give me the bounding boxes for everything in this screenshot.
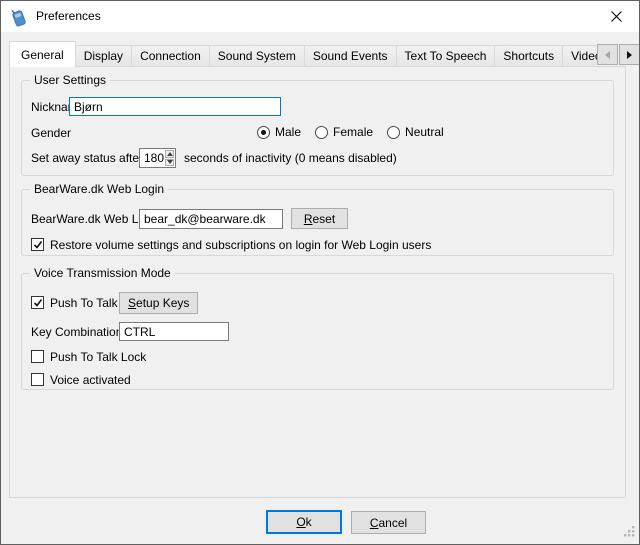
teamtalk-walkie-talkie-icon <box>9 7 29 27</box>
restore-volume-label[interactable]: Restore volume settings and subscription… <box>50 238 431 253</box>
tab-scroll-right-icon <box>627 51 632 59</box>
gender-label: Gender <box>31 126 71 141</box>
checkmark-icon <box>33 240 43 250</box>
away-seconds-spinner[interactable]: 180 <box>139 148 176 168</box>
key-combination-label: Key Combination <box>31 325 122 340</box>
gender-radio-neutral[interactable]: Neutral <box>387 125 444 140</box>
group-voice-transmission-title: Voice Transmission Mode <box>30 266 175 281</box>
voice-activated-label[interactable]: Voice activated <box>50 373 131 388</box>
away-status-label: Set away status after <box>31 151 143 166</box>
tab-display[interactable]: Display <box>75 45 132 67</box>
radio-male-icon <box>257 126 270 139</box>
gender-radio-male[interactable]: Male <box>257 125 301 140</box>
push-to-talk-lock-checkbox[interactable] <box>31 350 44 363</box>
tab-sound-events[interactable]: Sound Events <box>304 45 397 67</box>
spinner-up-icon <box>167 152 173 156</box>
restore-volume-checkbox[interactable] <box>31 238 44 251</box>
cancel-button[interactable]: Cancel <box>351 511 426 534</box>
spinner-down-icon <box>167 160 173 164</box>
tab-shortcuts[interactable]: Shortcuts <box>494 45 563 67</box>
tab-connection[interactable]: Connection <box>131 45 210 67</box>
voice-activated-checkbox[interactable] <box>31 373 44 386</box>
resize-grip-icon[interactable] <box>622 524 636 538</box>
tab-text-to-speech[interactable]: Text To Speech <box>396 45 496 67</box>
tab-sound-system[interactable]: Sound System <box>209 45 305 67</box>
window-title: Preferences <box>36 9 101 24</box>
push-to-talk-label[interactable]: Push To Talk <box>50 296 118 311</box>
spinner-up-button[interactable] <box>165 150 174 158</box>
checkmark-icon <box>33 298 43 308</box>
tab-scroll-right-button[interactable] <box>619 44 640 65</box>
gender-radio-female[interactable]: Female <box>315 125 373 140</box>
web-login-id-input[interactable] <box>139 209 283 229</box>
tab-scroll-left-button[interactable] <box>597 44 618 65</box>
reset-button[interactable]: Reset <box>291 208 348 229</box>
push-to-talk-checkbox[interactable] <box>31 296 44 309</box>
close-button[interactable] <box>593 1 639 32</box>
spinner-down-button[interactable] <box>165 159 174 167</box>
radio-neutral-icon <box>387 126 400 139</box>
ok-button[interactable]: Ok <box>266 510 342 534</box>
away-status-suffix-label: seconds of inactivity (0 means disabled) <box>184 151 397 166</box>
close-icon <box>611 11 622 22</box>
title-bar[interactable]: Preferences <box>1 1 639 32</box>
push-to-talk-lock-label[interactable]: Push To Talk Lock <box>50 350 146 365</box>
preferences-dialog: Preferences General Display Connection S… <box>0 0 640 545</box>
group-web-login-title: BearWare.dk Web Login <box>30 182 168 197</box>
nickname-input[interactable] <box>69 97 281 116</box>
tab-video[interactable]: Video <box>562 45 597 67</box>
tab-general[interactable]: General <box>9 41 76 67</box>
group-user-settings-title: User Settings <box>30 73 110 88</box>
tab-strip: General Display Connection Sound System … <box>9 41 597 67</box>
radio-female-icon <box>315 126 328 139</box>
key-combination-input[interactable] <box>119 322 229 341</box>
away-seconds-value: 180 <box>140 149 164 167</box>
gender-radio-group: Male Female Neutral <box>257 125 444 140</box>
setup-keys-button[interactable]: Setup Keys <box>119 292 198 314</box>
tab-scroll-left-icon <box>605 51 610 59</box>
